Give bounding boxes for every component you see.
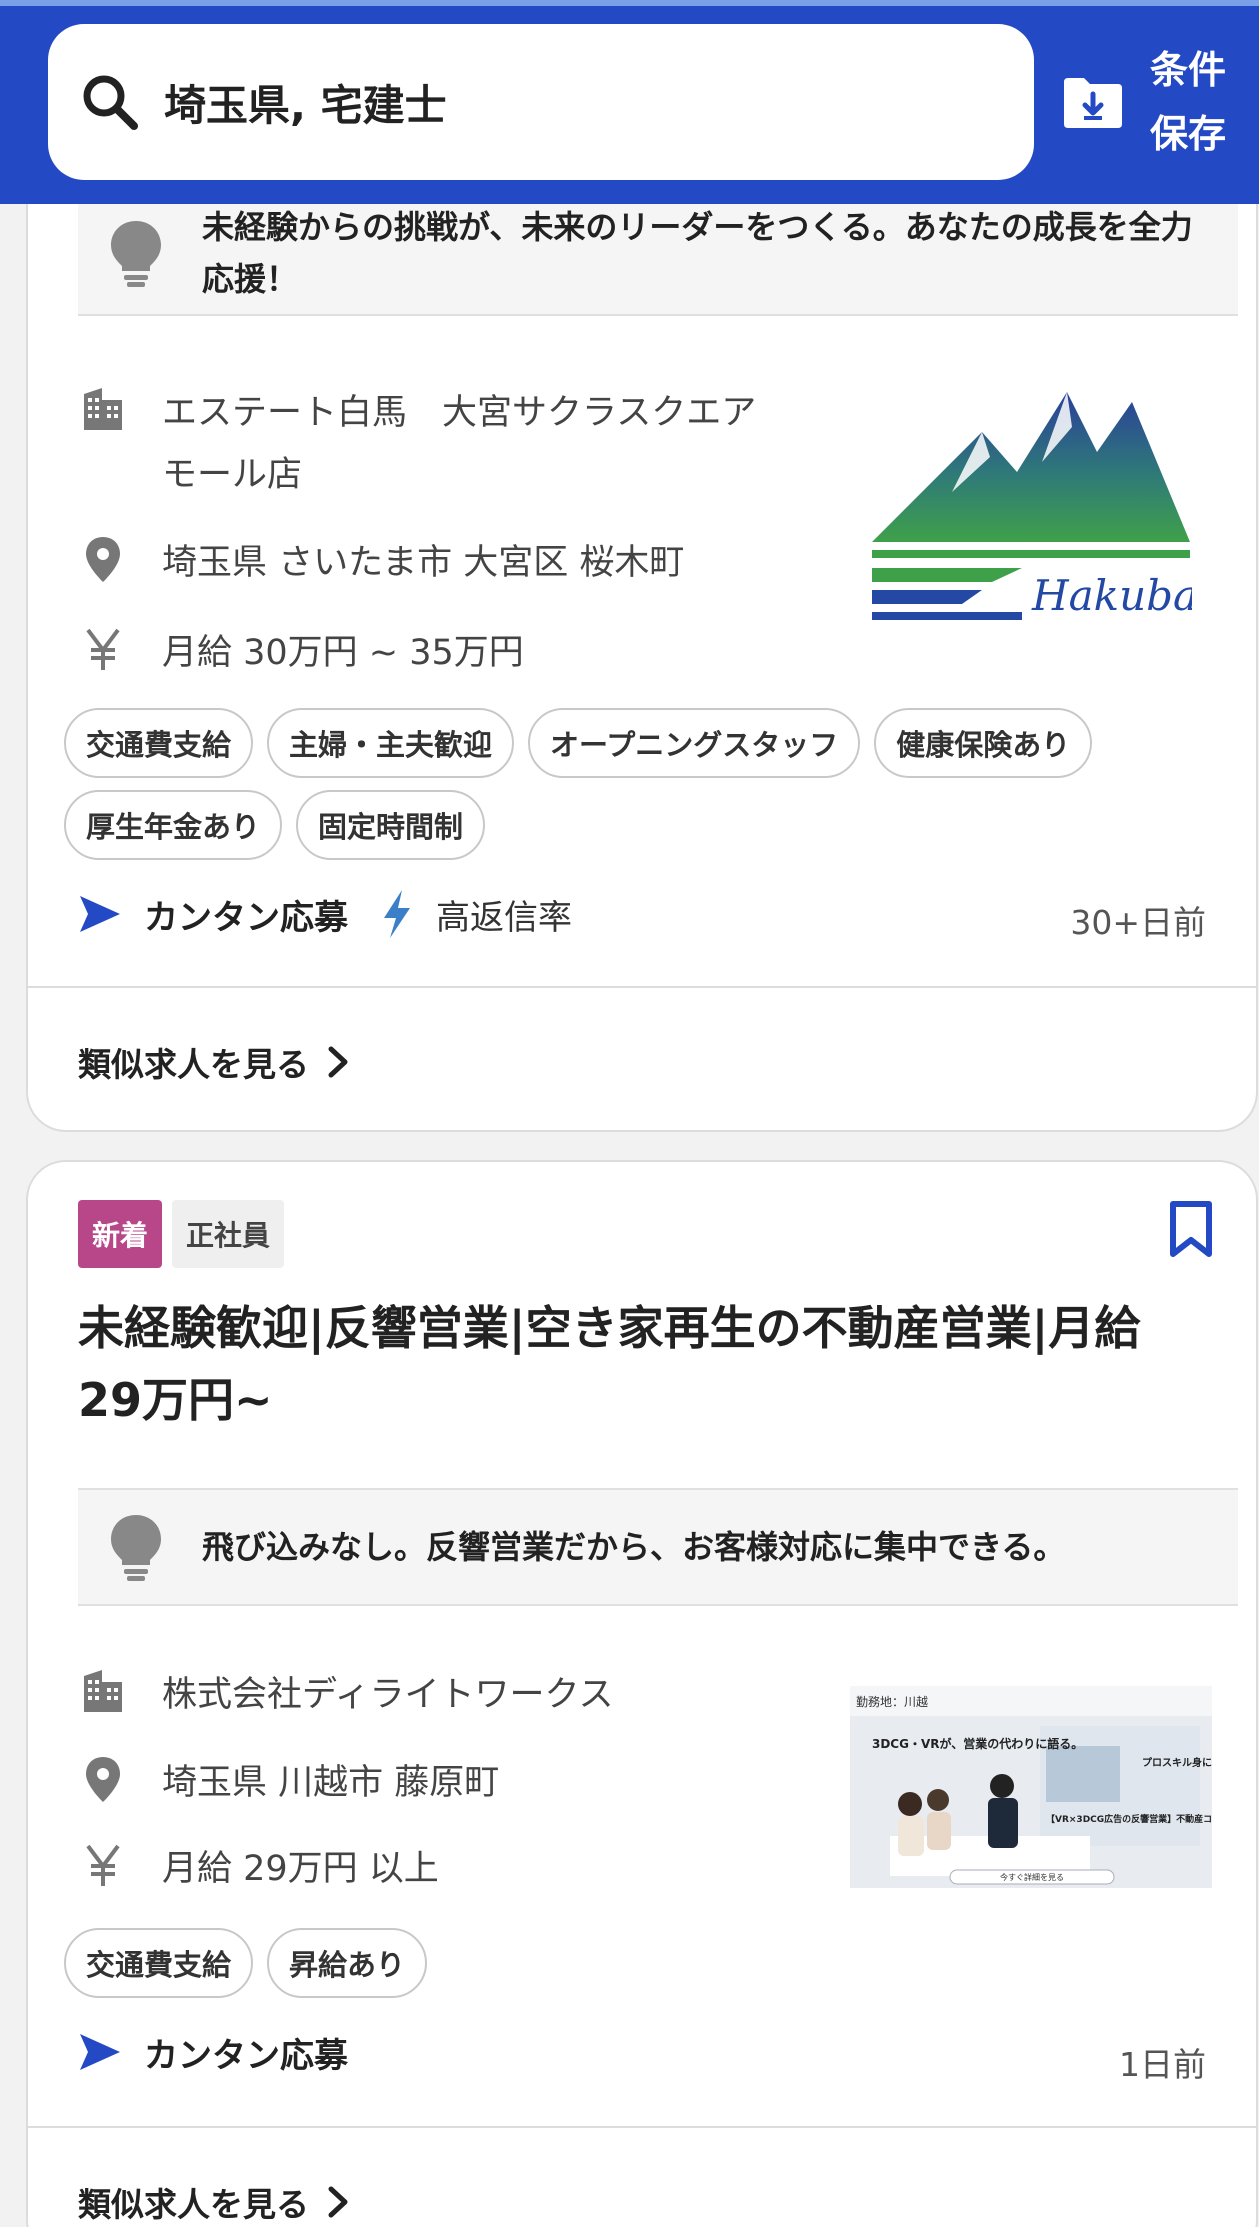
location-pin-icon xyxy=(86,1757,120,1802)
tip-text: 未経験からの挑戦が、未来のリーダーをつくる。あなたの成長を全力応援！ xyxy=(202,208,1193,298)
save-search-label: 条件保存 xyxy=(1150,48,1227,156)
location-row: 埼玉県 さいたま市 大宮区 桜木町 xyxy=(78,532,684,594)
chevron-right-icon xyxy=(328,2186,348,2218)
easy-apply-row: カンタン応募 xyxy=(78,2022,378,2082)
chevron-right-icon xyxy=(328,1046,348,1078)
photo-skill: プロスキル身につける xyxy=(1142,1756,1212,1769)
similar-jobs-link[interactable]: 類似求人を見る xyxy=(78,2178,353,2226)
tag[interactable]: 主婦・主夫歓迎 xyxy=(267,708,515,778)
divider xyxy=(28,986,1256,988)
job-tip: 飛び込みなし。反響営業だから、お客様対応に集中できる。 xyxy=(78,1488,1238,1606)
company-row: 株式会社ディライトワークス xyxy=(78,1664,614,1726)
posted-date: 1日前 xyxy=(1119,2045,1206,2084)
logo-text: Hakuba xyxy=(1031,571,1192,620)
tag[interactable]: 厚生年金あり xyxy=(64,790,283,860)
easy-apply-label: カンタン応募 xyxy=(144,897,348,938)
lightbulb-icon xyxy=(111,221,161,287)
location-pin-icon xyxy=(86,537,120,582)
divider xyxy=(28,2126,1256,2128)
lightning-icon xyxy=(384,890,410,938)
posted-date: 30+日前 xyxy=(1070,903,1206,942)
yen-icon xyxy=(86,1844,120,1886)
tag[interactable]: オープニングスタッフ xyxy=(528,708,861,778)
new-badge: 新着 xyxy=(78,1200,163,1268)
search-icon xyxy=(83,75,138,130)
photo-cta: 今すぐ詳細を見る xyxy=(1000,1872,1064,1882)
similar-jobs-link[interactable]: 類似求人を見る xyxy=(78,1038,353,1086)
tag[interactable]: 昇給あり xyxy=(267,1928,428,1998)
search-query: 埼玉県, 宅建士 xyxy=(164,80,447,130)
job-title[interactable]: 未経験歓迎|反響営業|空き家再生の不動産営業|月給29万円~ xyxy=(78,1292,1198,1436)
tag-list: 交通費支給 主婦・主夫歓迎 オープニングスタッフ 健康保険あり 厚生年金あり 固… xyxy=(64,708,1224,860)
location-row: 埼玉県 川越市 藤原町 xyxy=(78,1752,499,1814)
tag[interactable]: 健康保険あり xyxy=(874,708,1093,778)
tag[interactable]: 交通費支給 xyxy=(64,1928,254,1998)
job-salary: 月給 29万円 以上 xyxy=(162,1849,439,1889)
company-logo: Hakuba xyxy=(872,392,1192,620)
send-arrow-icon xyxy=(80,2034,120,2070)
easy-apply-row: カンタン応募 高返信率 xyxy=(78,884,572,944)
badge-row: 新着 正社員 xyxy=(78,1200,285,1268)
job-card[interactable]: 新着 正社員 未経験歓迎|反響営業|空き家再生の不動産営業|月給29万円~ 飛び… xyxy=(26,1160,1258,2227)
folder-download-icon xyxy=(1064,78,1122,128)
search-input[interactable]: 埼玉県, 宅建士 xyxy=(48,24,1034,180)
job-salary: 月給 30万円 ~ 35万円 xyxy=(162,633,524,673)
photo-place: 勤務地：川越 xyxy=(856,1695,928,1709)
status-bar-strip xyxy=(0,0,1259,6)
bookmark-icon[interactable] xyxy=(1168,1200,1214,1258)
job-card[interactable]: 未経験からの挑戦が、未来のリーダーをつくる。あなたの成長を全力応援！ エステート… xyxy=(26,120,1258,1132)
photo-offer: 【VR×3DCG広告の反響営業】不動産コンサルタント ★月給29万〜＋高車高率歩… xyxy=(1046,1813,1212,1825)
employment-type-badge: 正社員 xyxy=(172,1200,285,1268)
similar-jobs-label: 類似求人を見る xyxy=(78,2185,309,2224)
tag[interactable]: 固定時間制 xyxy=(296,790,486,860)
building-icon xyxy=(84,388,122,430)
send-arrow-icon xyxy=(80,896,120,932)
search-header: 埼玉県, 宅建士 条件保存 xyxy=(0,0,1259,204)
company-row: エステート白馬 大宮サクラスクエアモール店 xyxy=(78,382,782,506)
job-photo: 勤務地：川越 3DCG・VRが、営業の代わりに語る。 プロスキル身につける 【V… xyxy=(850,1686,1212,1888)
lightbulb-icon xyxy=(111,1515,161,1581)
tip-text: 飛び込みなし。反響営業だから、お客様対応に集中できる。 xyxy=(202,1528,1066,1566)
yen-icon xyxy=(86,628,120,670)
similar-jobs-label: 類似求人を見る xyxy=(78,1045,309,1084)
job-location: 埼玉県 川越市 藤原町 xyxy=(162,1763,500,1803)
tag[interactable]: 交通費支給 xyxy=(64,708,254,778)
high-response-label: 高返信率 xyxy=(436,897,572,938)
photo-headline: 3DCG・VRが、営業の代わりに語る。 xyxy=(872,1736,1083,1751)
company-name: 株式会社ディライトワークス xyxy=(162,1675,614,1715)
salary-row: 月給 29万円 以上 xyxy=(78,1838,439,1900)
save-search-button[interactable]: 条件保存 xyxy=(1060,24,1250,180)
easy-apply-label: カンタン応募 xyxy=(144,2035,348,2076)
job-tip: 未経験からの挑戦が、未来のリーダーをつくる。あなたの成長を全力応援！ xyxy=(78,190,1238,316)
salary-row: 月給 30万円 ~ 35万円 xyxy=(78,622,524,684)
building-icon xyxy=(84,1670,122,1712)
company-name: エステート白馬 大宮サクラスクエアモール店 xyxy=(162,393,757,495)
tag-list: 交通費支給 昇給あり xyxy=(64,1928,1224,1998)
job-location: 埼玉県 さいたま市 大宮区 桜木町 xyxy=(162,543,685,583)
